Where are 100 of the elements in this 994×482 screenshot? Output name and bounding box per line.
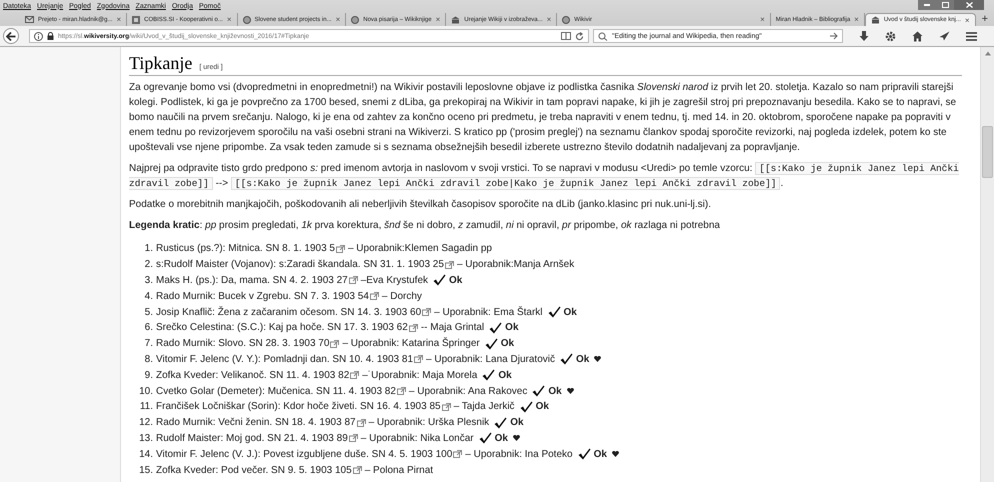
tab-close-button[interactable]: × [436,15,440,24]
external-link-icon[interactable] [352,466,362,474]
entry-text: – Uporabnik: Ina Poteko [465,448,573,460]
list-number: 8. [144,354,153,365]
status-label: Ok [494,432,508,444]
entry-text: – Polona Pirnat [364,464,434,476]
gear-icon[interactable] [885,30,896,42]
entry-text: Zofka Kveder: Velikanoč. SN 11. 4. 1903 82 [156,370,350,381]
tab-close-button[interactable]: × [760,15,765,24]
download-icon[interactable] [859,30,869,42]
maximize-icon[interactable] [942,2,948,8]
external-link-icon[interactable] [348,434,358,442]
status-label: Ok [536,401,549,412]
list-number: 13. [139,432,153,444]
entry-text: Rado Murnik: Bucek v Zgrebu. SN 7. 3. 1903 54 [156,290,369,302]
status-label: Ok [449,274,462,286]
entry-text: Rado Murnik: Večni ženin. SN 18. 4. 1903 87 [156,417,356,428]
entry-text: -- Maja Grintal [420,322,484,334]
entry-text: Rudolf Maister: Moj god. SN 21. 4. 1903 89 [156,432,348,444]
tab-close-button[interactable]: × [854,15,859,24]
checkmark-icon [484,338,498,350]
section-heading: Tipkanje [129,53,192,74]
entry-text: – Uporabnik: Lana Djuratovič [426,354,555,365]
list-number: 3. [144,274,153,286]
checkmark-icon [548,306,561,318]
back-button[interactable] [3,28,19,44]
external-link-icon[interactable] [396,387,406,396]
checkmark-icon [532,385,546,398]
list-number: 9. [144,370,153,381]
tab-close-button[interactable]: × [964,16,970,24]
scrollbar[interactable] [980,47,994,482]
envelope-icon [25,16,34,23]
checkmark-icon [433,274,446,286]
entry-text: Frančišek Ločniškar (Sorin): Kdor hoče živeti. SN 16. 4. 1903 85 [156,401,441,412]
external-link-icon[interactable] [348,276,358,284]
home-icon[interactable] [912,30,923,42]
left-arrow-icon [6,32,16,40]
external-link-icon[interactable] [414,355,424,364]
tab-close-button[interactable]: × [546,15,552,24]
checkmark-icon [494,416,508,429]
entry-text: s:Rudolf Maister (Vojanov): s:Zaradi škandala. SN 31. 1. 1903 25 [156,259,444,270]
reader-view-icon[interactable] [561,32,571,40]
entry-text: Rusticus (ps.?): Mitnica. SN 8. 1. 1903 5 [156,243,335,254]
list-number: 4. [144,290,153,302]
list-number: 1. [144,243,153,254]
menu-icon[interactable] [966,32,977,40]
entry-text: – Uporabnik:Klemen Sagadin pp [348,243,492,254]
entry-text: Maks H. (ps.): Da, mama. SN 4. 2. 1903 27 [156,274,348,286]
logo-icon [132,16,140,24]
send-icon[interactable] [939,31,950,41]
entry-text: Vitomir F. Jelenc (V. J.): Povest izgubljene duše. SN 4. 5. 1903 100 [156,448,452,460]
entry-text: –˙Uporabnik: Maja Morela [362,370,478,381]
checkmark-icon [482,369,496,382]
status-label: Ok [548,386,562,397]
status-label: Ok [594,448,607,460]
list-number: 14. [139,448,153,460]
paragraph: Za ogrevanje bomo vsi (dvopredmetni in enopredmetni!) na Wikivir postavili leposlovne objave iz podlistka časnika Slovenski narod iz prvih let 20. stoletja. Kazalo so nam pripravili starejši kolegi. Podlistek, ki ga je povprečno za 1700 besed, snemi z dLiba, ga prekopiraj na Wikivir in tam popravi napake, ki jih je zagrešil stroj pri prepoznavanju besedila. Kako se to napravi, se bomo naučili na prvem srečanju. Nalogo, ki je ena od zahtev za končno oceno pri predmetu, je treba napraviti v enem tednu, tj. med 14. in 20. oktobrom, sporočene napake pa popraviti v enem tednu po revizorjevem sporočilu na vaši osebni strani na Wikiverzi. S kratico pp ('prosim preglej') na seznamu člankov spodaj sporočite revizorki, naj pogleda izdelek, potem ko ste upoštevali vse njene pripombe. Za vsak teden zamude si s seznama obsežnejših besedil izberete ustrezno število dodatnih nadaljevanj za popravljanje. [129,81,958,155]
arrow-icon[interactable] [830,32,838,40]
scroll-up-icon[interactable] [984,51,990,56]
list-number: 11. [139,401,153,412]
tab-close-button[interactable]: × [226,15,232,24]
status-label: Ok [510,417,524,428]
lock-icon [47,32,54,40]
tab-close-button[interactable]: × [336,15,340,24]
scrollbar-thumb[interactable] [982,126,993,178]
external-link-icon[interactable] [444,260,454,269]
paragraph: Legenda kratic: pp prosim pregledati, 1k prva korektura, šnd še ni dobro, z zamudil, ni ni opravil, pr pripombe, ok razlaga ni potrebna [129,219,721,233]
status-label: Ok [500,338,514,350]
tab-close-button[interactable]: × [116,15,122,24]
external-link-icon[interactable] [422,308,432,316]
list-number: 10. [139,386,153,397]
entry-text: – Tajda Jerkič [454,401,515,412]
building-icon [451,16,460,24]
list-number: 2. [144,259,153,270]
reload-icon[interactable] [575,32,584,40]
new-tab-button[interactable]: + [976,13,994,26]
entry-text: – Uporabnik: Ema Štarkl [434,306,543,318]
entry-text: Zofka Kveder: Pod večer. SN 9. 5. 1903 105 [156,464,352,476]
checkmark-icon [520,400,533,413]
external-link-icon[interactable] [336,244,345,253]
external-link-icon[interactable] [453,450,462,458]
globe-icon [242,16,251,24]
status-label: Ok [498,370,512,381]
entry-text: Rado Murnik: Slovo. SN 28. 3. 1903 70 [156,338,330,350]
external-link-icon[interactable] [408,324,418,332]
external-link-icon[interactable] [370,292,379,300]
entry-text: – Uporabnik: Ana Rakovec [408,386,528,397]
external-link-icon[interactable] [350,371,360,380]
checkmark-icon [560,353,573,366]
external-link-icon[interactable] [442,402,451,411]
entry-text: – Dorchy [382,290,422,302]
building-icon [870,16,880,24]
close-icon[interactable] [966,2,972,8]
external-link-icon[interactable] [356,418,366,427]
external-link-icon[interactable] [330,340,340,348]
list-number: 5. [144,306,153,318]
list-number: 6. [144,322,153,334]
entry-text: Vitomir F. Jelenc (V. Y.): Pomladnji dan. SN 10. 4. 1903 81 [156,354,414,365]
search-icon [598,32,609,40]
entry-text: Srečko Celestina: (S.C.): Kaj pa hoče. SN 17. 3. 1903 62 [156,322,408,334]
